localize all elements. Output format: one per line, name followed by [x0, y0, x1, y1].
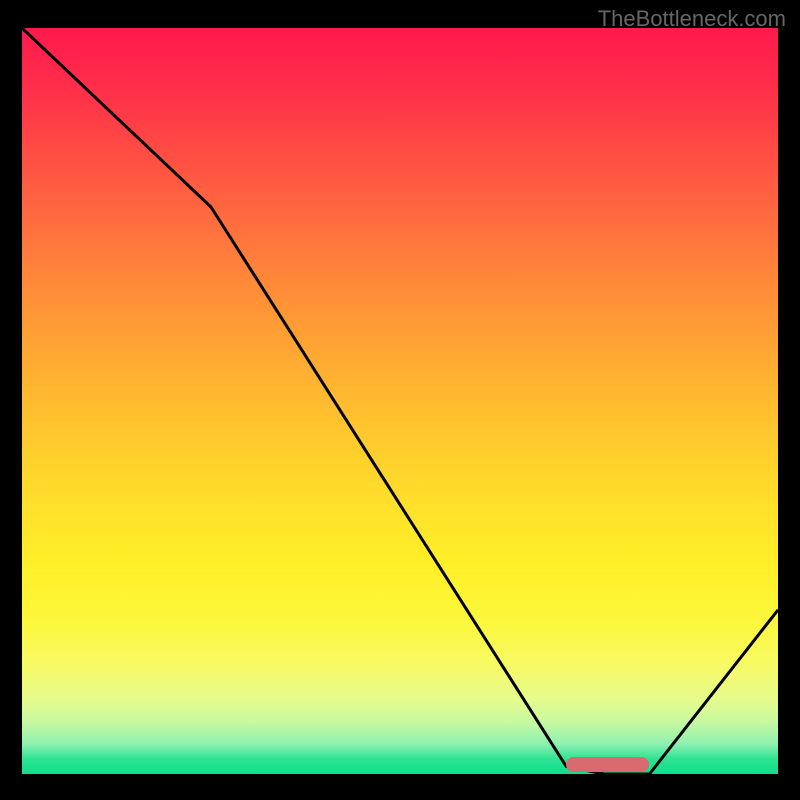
- bottleneck-curve: [22, 28, 778, 774]
- chart-plot-area: [22, 28, 778, 774]
- watermark-text: TheBottleneck.com: [598, 6, 786, 32]
- optimal-range-marker: [566, 757, 649, 772]
